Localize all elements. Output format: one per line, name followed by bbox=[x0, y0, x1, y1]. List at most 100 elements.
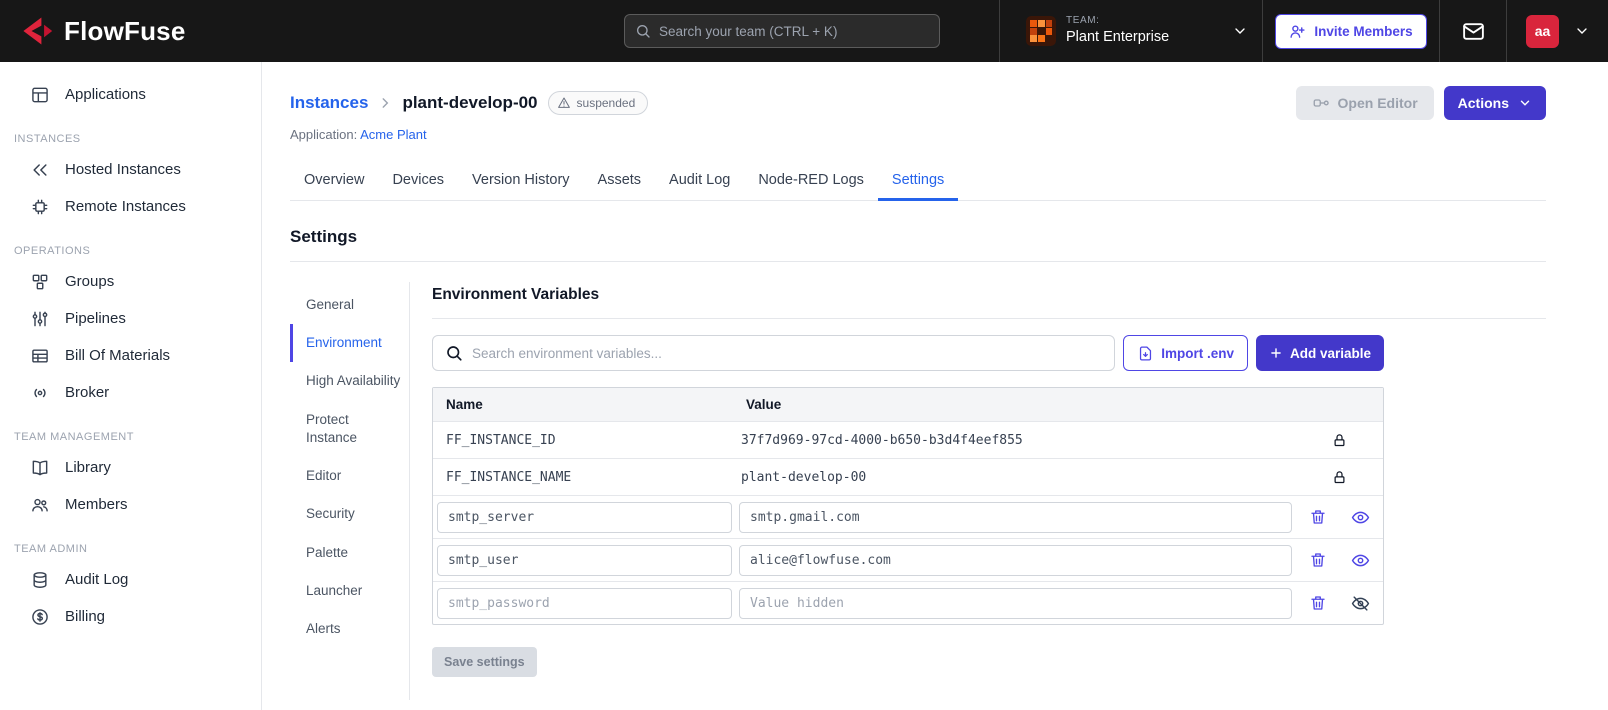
editor-node-icon bbox=[1312, 94, 1330, 112]
save-settings-button[interactable]: Save settings bbox=[432, 647, 537, 677]
chevron-down-icon bbox=[1518, 96, 1532, 110]
settings-nav-alerts[interactable]: Alerts bbox=[290, 610, 409, 648]
sidebar-item-label: Pipelines bbox=[65, 310, 126, 327]
env-var-name-input[interactable] bbox=[437, 501, 732, 533]
dollar-circle-icon bbox=[30, 607, 50, 627]
visibility-eye-icon[interactable] bbox=[1351, 551, 1370, 570]
settings-nav-palette[interactable]: Palette bbox=[290, 534, 409, 572]
settings-nav-protect-instance[interactable]: Protect Instance bbox=[290, 401, 409, 457]
delete-variable-button[interactable] bbox=[1309, 594, 1327, 612]
sidebar-item-audit-log[interactable]: Audit Log bbox=[0, 561, 261, 598]
import-file-icon bbox=[1137, 345, 1154, 362]
tab-overview[interactable]: Overview bbox=[290, 162, 378, 201]
sidebar-item-applications[interactable]: Applications bbox=[0, 76, 261, 113]
env-var-value-input[interactable] bbox=[739, 544, 1292, 576]
actions-label: Actions bbox=[1457, 95, 1509, 111]
tab-assets[interactable]: Assets bbox=[584, 162, 656, 201]
env-search[interactable] bbox=[432, 335, 1116, 371]
env-var-name-input[interactable] bbox=[437, 544, 732, 576]
tab-audit-log[interactable]: Audit Log bbox=[655, 162, 744, 201]
search-icon bbox=[445, 344, 463, 362]
column-header-name: Name bbox=[446, 397, 483, 412]
notifications-button[interactable] bbox=[1440, 0, 1506, 62]
table-row bbox=[433, 538, 1383, 581]
add-variable-label: Add variable bbox=[1289, 345, 1371, 361]
user-menu[interactable]: aa bbox=[1507, 0, 1608, 62]
groups-icon bbox=[30, 272, 50, 292]
visibility-eye-icon[interactable] bbox=[1351, 508, 1370, 527]
tab-settings[interactable]: Settings bbox=[877, 162, 959, 201]
settings-nav-general[interactable]: General bbox=[290, 286, 409, 324]
settings-nav-editor[interactable]: Editor bbox=[290, 457, 409, 495]
sidebar-item-broker[interactable]: Broker bbox=[0, 374, 261, 411]
sidebar-section-operations: OPERATIONS bbox=[14, 245, 91, 257]
sidebar-item-label: Remote Instances bbox=[65, 198, 186, 215]
actions-button[interactable]: Actions bbox=[1443, 86, 1546, 120]
chip-icon bbox=[30, 197, 50, 217]
application-link[interactable]: Acme Plant bbox=[360, 127, 426, 142]
sidebar-section-instances: INSTANCES bbox=[14, 133, 81, 145]
import-env-label: Import .env bbox=[1161, 345, 1234, 361]
open-editor-button[interactable]: Open Editor bbox=[1295, 86, 1434, 120]
delete-variable-button[interactable] bbox=[1309, 508, 1327, 526]
env-var-name: FF_INSTANCE_NAME bbox=[446, 469, 572, 485]
sidebar-item-hosted-instances[interactable]: Hosted Instances bbox=[0, 151, 261, 188]
brand[interactable]: FlowFuse bbox=[18, 13, 624, 49]
column-header-value: Value bbox=[746, 397, 782, 412]
sidebar-item-label: Members bbox=[65, 496, 128, 513]
visibility-eye-off-icon[interactable] bbox=[1351, 594, 1370, 613]
navbar-right: TEAM: Plant Enterprise Invite Members aa bbox=[999, 0, 1608, 62]
sidebar-item-label: Audit Log bbox=[65, 571, 129, 588]
add-variable-button[interactable]: Add variable bbox=[1255, 335, 1384, 371]
sidebar-item-bill-of-materials[interactable]: Bill Of Materials bbox=[0, 337, 261, 374]
sidebar-item-remote-instances[interactable]: Remote Instances bbox=[0, 188, 261, 225]
brand-name: FlowFuse bbox=[64, 15, 186, 46]
lock-icon bbox=[1295, 433, 1383, 448]
sidebar-item-billing[interactable]: Billing bbox=[0, 598, 261, 635]
env-var-value-input[interactable] bbox=[739, 501, 1292, 533]
env-var-name: FF_INSTANCE_ID bbox=[446, 432, 556, 448]
tab-devices[interactable]: Devices bbox=[378, 162, 458, 201]
tab-version-history[interactable]: Version History bbox=[458, 162, 584, 201]
delete-variable-button[interactable] bbox=[1309, 551, 1327, 569]
env-var-value: plant-develop-00 bbox=[741, 469, 867, 485]
team-search[interactable] bbox=[624, 14, 940, 48]
settings-nav: General Environment High Availability Pr… bbox=[290, 270, 409, 700]
settings-nav-high-availability[interactable]: High Availability bbox=[290, 362, 409, 400]
open-editor-label: Open Editor bbox=[1337, 95, 1418, 111]
settings-nav-environment[interactable]: Environment bbox=[290, 324, 409, 363]
env-var-name-input[interactable] bbox=[437, 587, 732, 619]
tab-node-red-logs[interactable]: Node-RED Logs bbox=[744, 162, 878, 201]
instance-tabs: Overview Devices Version History Assets … bbox=[290, 162, 1546, 201]
sidebar-item-members[interactable]: Members bbox=[0, 486, 261, 523]
settings-nav-security[interactable]: Security bbox=[290, 495, 409, 533]
env-var-value-input[interactable] bbox=[739, 587, 1292, 619]
sidebar-item-label: Bill Of Materials bbox=[65, 347, 171, 364]
sidebar-section-team-management: TEAM MANAGEMENT bbox=[14, 431, 134, 443]
env-var-value: 37f7d969-97cd-4000-b650-b3d4f4eef855 bbox=[741, 432, 1023, 448]
table-row bbox=[433, 495, 1383, 538]
chevron-down-icon bbox=[1232, 23, 1248, 39]
sidebar: Applications INSTANCES Hosted Instances … bbox=[0, 62, 262, 710]
import-env-button[interactable]: Import .env bbox=[1123, 335, 1248, 371]
main-content: Instances plant-develop-00 suspended Ope… bbox=[262, 62, 1608, 710]
broadcast-icon bbox=[30, 383, 50, 403]
settings-nav-launcher[interactable]: Launcher bbox=[290, 572, 409, 610]
sidebar-item-pipelines[interactable]: Pipelines bbox=[0, 300, 261, 337]
warning-icon bbox=[557, 96, 571, 110]
sidebar-item-label: Applications bbox=[65, 86, 146, 103]
user-plus-icon bbox=[1289, 23, 1306, 40]
env-search-input[interactable] bbox=[472, 345, 1103, 361]
team-search-input[interactable] bbox=[659, 23, 929, 39]
breadcrumb-instances-link[interactable]: Instances bbox=[290, 93, 368, 113]
team-selector[interactable]: TEAM: Plant Enterprise bbox=[1000, 0, 1262, 62]
avatar[interactable]: aa bbox=[1526, 14, 1559, 48]
sidebar-item-groups[interactable]: Groups bbox=[0, 263, 261, 300]
invite-members-button[interactable]: Invite Members bbox=[1275, 13, 1427, 49]
applications-icon bbox=[30, 85, 50, 105]
chevron-right-icon bbox=[378, 96, 392, 110]
application-label: Application: bbox=[290, 127, 358, 142]
table-icon bbox=[30, 346, 50, 366]
sidebar-item-label: Library bbox=[65, 459, 111, 476]
sidebar-item-library[interactable]: Library bbox=[0, 449, 261, 486]
